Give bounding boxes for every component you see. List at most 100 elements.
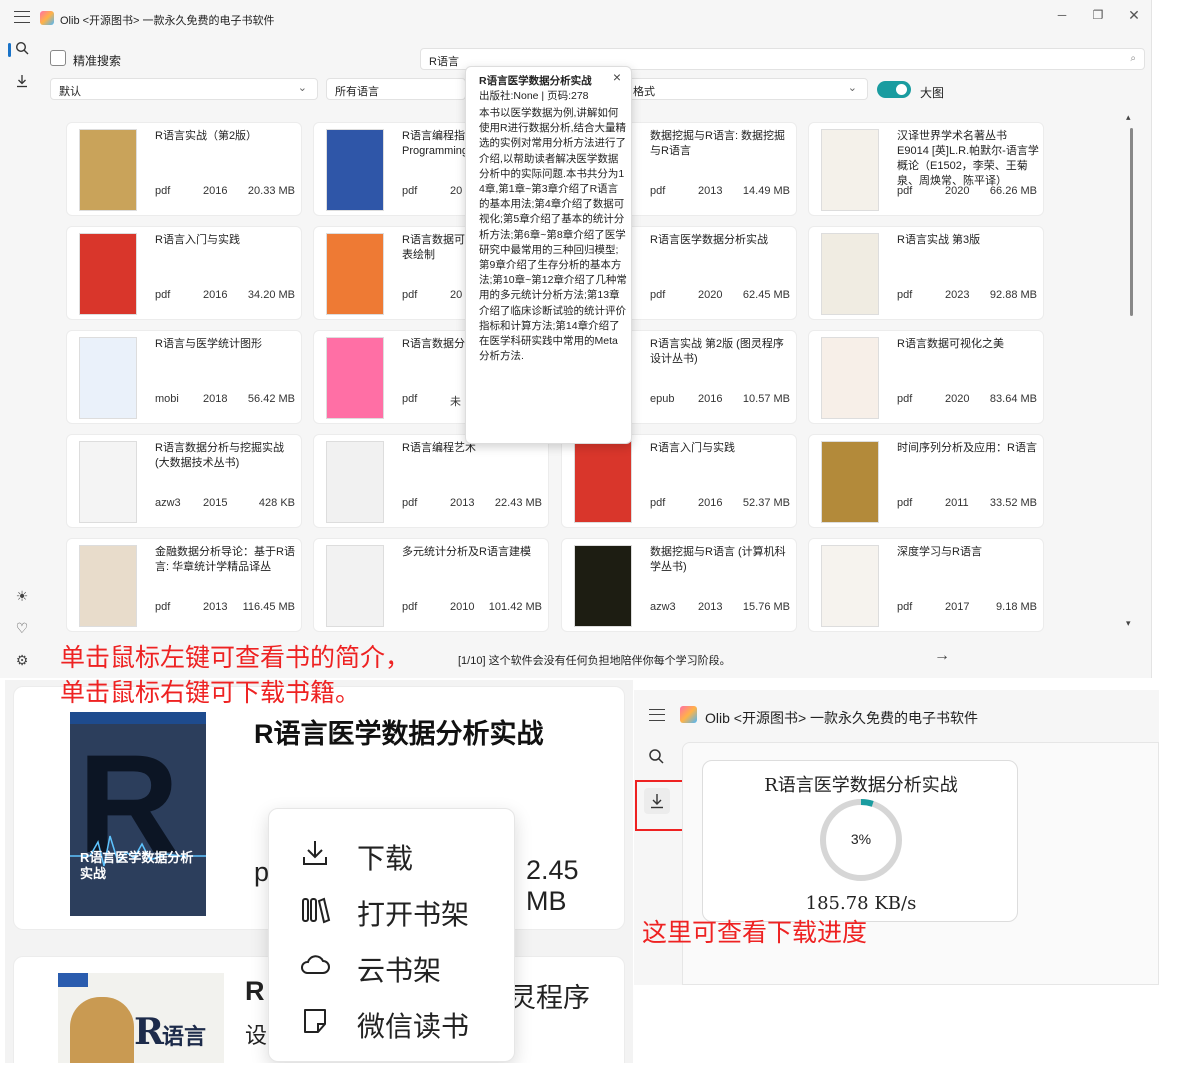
scrollbar[interactable]: ▴ ▾ — [1124, 112, 1138, 634]
menu-item-cloud-bookshelf[interactable]: 云书架 — [299, 945, 509, 987]
book-year: 2020 — [945, 185, 970, 197]
menu-item-open-bookshelf[interactable]: 打开书架 — [299, 889, 509, 931]
book-card[interactable]: R语言编程艺术 pdf 2013 22.43 MB — [313, 434, 549, 528]
book-year: 20 — [450, 289, 463, 301]
menu-item-download[interactable]: 下载 — [299, 833, 509, 875]
book-size: 56.42 MB — [247, 393, 295, 405]
book-size: 10.57 MB — [742, 393, 790, 405]
zoomed-book-format: p — [254, 857, 270, 887]
bookshelf-icon — [302, 897, 331, 924]
book-title: R语言医学数据分析实战 — [650, 234, 768, 246]
book-size: 14.49 MB — [742, 185, 790, 197]
popup-description: 本书以医学数据为例,讲解如何使用R进行数据分析,结合大量精选的实例对常用分析方法… — [479, 107, 627, 363]
book-title: 数据挖掘与R语言 (计算机科学丛书) — [650, 546, 786, 573]
book-year: 2016 — [203, 185, 228, 197]
book-title: R语言实战（第2版） — [155, 130, 258, 142]
book-size: 22.43 MB — [494, 497, 542, 509]
book-title: 深度学习与R语言 — [897, 546, 982, 558]
zoomed-book-2-title-tail: 灵程序 — [509, 983, 590, 1013]
book-cover — [326, 545, 384, 627]
book-format: pdf — [650, 289, 666, 301]
book-card[interactable]: R语言实战 第3版 pdf 2023 92.88 MB — [808, 226, 1044, 320]
book-card[interactable]: R语言与医学统计图形 mobi 2018 56.42 MB — [66, 330, 302, 424]
popup-title: R语言医学数据分析实战 — [479, 75, 592, 87]
book-card[interactable]: 汉译世界学术名著丛书 E9014 [英]L.R.帕默尔-语言学概论（E1502，… — [808, 122, 1044, 216]
book-title: R语言实战 第2版 (图灵程序设计丛书) — [650, 338, 784, 365]
book-title: 时间序列分析及应用：R语言 — [897, 442, 1037, 454]
book-format: pdf — [402, 601, 418, 613]
book-format: pdf — [155, 601, 171, 613]
book-format: pdf — [402, 289, 418, 301]
download-card[interactable]: R语言医学数据分析实战 3% 185.78 KB/s — [702, 760, 1018, 922]
book-cover — [326, 233, 384, 315]
context-menu: 下载 打开书架 云书架 微信读书 — [268, 808, 515, 1062]
search-icon[interactable] — [648, 748, 664, 767]
book-year: 2013 — [450, 497, 475, 509]
book-title: 数据挖掘与R语言: 数据挖掘与R语言 — [650, 130, 786, 157]
book-card[interactable]: R语言数据可视化之美 pdf 2020 83.64 MB — [808, 330, 1044, 424]
book-format: pdf — [402, 393, 418, 405]
book-card[interactable]: 金融数据分析导论：基于R语言: 华章统计学精品译丛 pdf 2013 116.45 M… — [66, 538, 302, 632]
book-size: 9.18 MB — [996, 601, 1037, 613]
book-size: 33.52 MB — [989, 497, 1037, 509]
window-title: Olib <开源图书> 一款永久免费的电子书软件 — [705, 710, 979, 726]
book-year: 2016 — [698, 393, 723, 405]
highlight-box — [635, 780, 689, 831]
book-format: pdf — [402, 185, 418, 197]
annotation-progress: 这里可查看下载进度 — [642, 918, 868, 947]
book-format: pdf — [897, 289, 913, 301]
book-year: 2015 — [203, 497, 228, 509]
scroll-thumb[interactable] — [1130, 128, 1133, 316]
menu-item-wechat-read[interactable]: 微信读书 — [299, 1001, 509, 1043]
status-tip: [1/10] 这个软件会没有任何负担地陪伴你每个学习阶段。 — [458, 655, 731, 667]
download-icon — [303, 841, 327, 865]
download-title: R语言医学数据分析实战 — [764, 775, 958, 796]
menu-item-label: 打开书架 — [357, 898, 470, 931]
book-card[interactable]: 深度学习与R语言 pdf 2017 9.18 MB — [808, 538, 1044, 632]
book-size: 116.45 MB — [242, 601, 295, 613]
book-title: R语言实战 第3版 — [897, 234, 981, 246]
book-size: 66.26 MB — [989, 185, 1037, 197]
book-card[interactable]: 多元统计分析及R语言建模 pdf 2010 101.42 MB — [313, 538, 549, 632]
book-card[interactable]: R语言入门与实践 pdf 2016 34.20 MB — [66, 226, 302, 320]
book-title: R语言入门与实践 — [650, 442, 735, 454]
book-cover — [79, 129, 137, 211]
book-card[interactable]: 数据挖掘与R语言 (计算机科学丛书) azw3 2013 15.76 MB — [561, 538, 797, 632]
book-year: 2010 — [450, 601, 475, 613]
book-cover — [79, 233, 137, 315]
arrow-right-icon[interactable]: → — [934, 647, 950, 665]
book-cover: R R语言医学数据分析实战 — [70, 712, 206, 916]
book-year: 2023 — [945, 289, 970, 301]
book-card[interactable]: R语言实战（第2版） pdf 2016 20.33 MB — [66, 122, 302, 216]
book-title: 多元统计分析及R语言建模 — [402, 546, 531, 558]
book-title: R语言与医学统计图形 — [155, 338, 262, 350]
book-cover — [79, 441, 137, 523]
menu-item-label: 云书架 — [357, 954, 442, 987]
book-card[interactable]: R语言入门与实践 pdf 2016 52.37 MB — [561, 434, 797, 528]
app-logo-icon — [680, 706, 697, 723]
book-cover — [821, 129, 879, 211]
book-cover — [574, 441, 632, 523]
book-cover — [821, 337, 879, 419]
book-title: 金融数据分析导论：基于R语言: 华章统计学精品译丛 — [155, 546, 295, 573]
book-cover — [326, 337, 384, 419]
book-format: epub — [650, 393, 675, 405]
book-card[interactable]: 时间序列分析及应用：R语言 pdf 2011 33.52 MB — [808, 434, 1044, 528]
book-cover — [79, 337, 137, 419]
book-card[interactable]: R语言数据分析与挖掘实战 (大数据技术丛书) azw3 2015 428 KB — [66, 434, 302, 528]
menu-icon[interactable] — [649, 709, 665, 721]
scroll-up-arrow-icon[interactable]: ▴ — [1126, 112, 1131, 123]
zoomed-book-title: R语言医学数据分析实战 — [254, 719, 544, 749]
book-format: mobi — [155, 393, 179, 405]
scroll-down-arrow-icon[interactable]: ▾ — [1126, 618, 1131, 629]
close-icon[interactable]: × — [613, 69, 621, 85]
cover-header-band — [70, 712, 206, 724]
book-cover — [821, 233, 879, 315]
cover-2-title: 语言 — [162, 1024, 207, 1049]
book-year: 2018 — [203, 393, 228, 405]
menu-item-label: 微信读书 — [357, 1010, 470, 1043]
book-format: azw3 — [155, 497, 181, 509]
book-title: R语言入门与实践 — [155, 234, 240, 246]
book-format: pdf — [897, 497, 913, 509]
popup-meta: 出版社:None | 页码:278 — [479, 90, 589, 102]
